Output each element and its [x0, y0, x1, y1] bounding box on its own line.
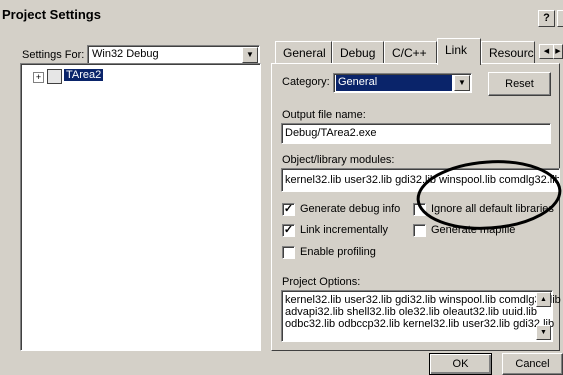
tree-expander[interactable]: + [33, 72, 44, 83]
category-value: General [336, 75, 452, 91]
tab-link[interactable]: Link [437, 38, 481, 65]
category-label: Category: [282, 76, 330, 88]
settings-for-combo[interactable]: Win32 Debug ▼ [87, 45, 260, 65]
category-combo[interactable]: General ▼ [333, 73, 472, 93]
project-options-line: advapi32.lib shell32.lib ole32.lib oleau… [285, 306, 537, 318]
scroll-down-icon[interactable]: ▼ [536, 325, 551, 340]
project-options-label: Project Options: [282, 276, 361, 288]
cancel-button[interactable]: Cancel [502, 353, 563, 375]
link-incrementally-checkbox[interactable]: ✓ [282, 224, 295, 237]
tab-scroll-left-icon[interactable]: ◀ [539, 44, 554, 59]
modules-value: kernel32.lib user32.lib gdi32.lib winspo… [285, 174, 560, 186]
tab-cpp[interactable]: C/C++ [384, 41, 437, 63]
generate-debug-label[interactable]: Generate debug info [300, 203, 400, 215]
tab-general[interactable]: General [275, 41, 332, 63]
project-tree[interactable]: + TArea2 [20, 63, 261, 351]
help-button[interactable]: ? [538, 10, 555, 27]
enable-profiling-label[interactable]: Enable profiling [300, 246, 376, 258]
close-button[interactable] [557, 10, 563, 27]
chevron-down-icon[interactable]: ▼ [242, 47, 258, 63]
modules-label: Object/library modules: [282, 154, 395, 166]
enable-profiling-checkbox[interactable] [282, 246, 295, 259]
modules-field[interactable]: kernel32.lib user32.lib gdi32.lib winspo… [281, 168, 560, 192]
tab-debug[interactable]: Debug [332, 41, 384, 63]
project-options-textarea[interactable]: kernel32.lib user32.lib gdi32.lib winspo… [281, 290, 561, 342]
output-file-value: Debug/TArea2.exe [285, 127, 377, 139]
tab-scroll-right-icon[interactable]: ▶ [553, 44, 563, 59]
settings-for-label: Settings For: [22, 49, 85, 61]
ok-button[interactable]: OK [429, 353, 492, 375]
title-bar: Project Settings ? [0, 0, 563, 32]
tab-resources[interactable]: Resourc [481, 41, 535, 63]
scroll-up-icon[interactable]: ▲ [536, 292, 551, 307]
tree-item-tarea2[interactable]: TArea2 [64, 69, 104, 81]
project-options-text: kernel32.lib user32.lib gdi32.lib winspo… [285, 294, 561, 330]
project-options-line: kernel32.lib user32.lib gdi32.lib winspo… [285, 294, 561, 306]
ignore-libs-checkbox[interactable] [413, 203, 426, 216]
chevron-down-icon[interactable]: ▼ [454, 75, 470, 91]
output-file-label: Output file name: [282, 109, 366, 121]
project-icon [47, 69, 62, 84]
generate-mapfile-checkbox[interactable] [413, 224, 426, 237]
generate-mapfile-label[interactable]: Generate mapfile [431, 224, 515, 236]
generate-debug-checkbox[interactable]: ✓ [282, 203, 295, 216]
output-file-field[interactable]: Debug/TArea2.exe [281, 123, 551, 144]
ignore-libs-label[interactable]: Ignore all default libraries [431, 203, 554, 215]
window-title: Project Settings [2, 7, 101, 22]
reset-button[interactable]: Reset [488, 72, 551, 96]
link-incrementally-label[interactable]: Link incrementally [300, 224, 388, 236]
settings-for-value: Win32 Debug [92, 48, 159, 60]
project-options-line: odbc32.lib odbccp32.lib kernel32.lib use… [285, 318, 555, 330]
